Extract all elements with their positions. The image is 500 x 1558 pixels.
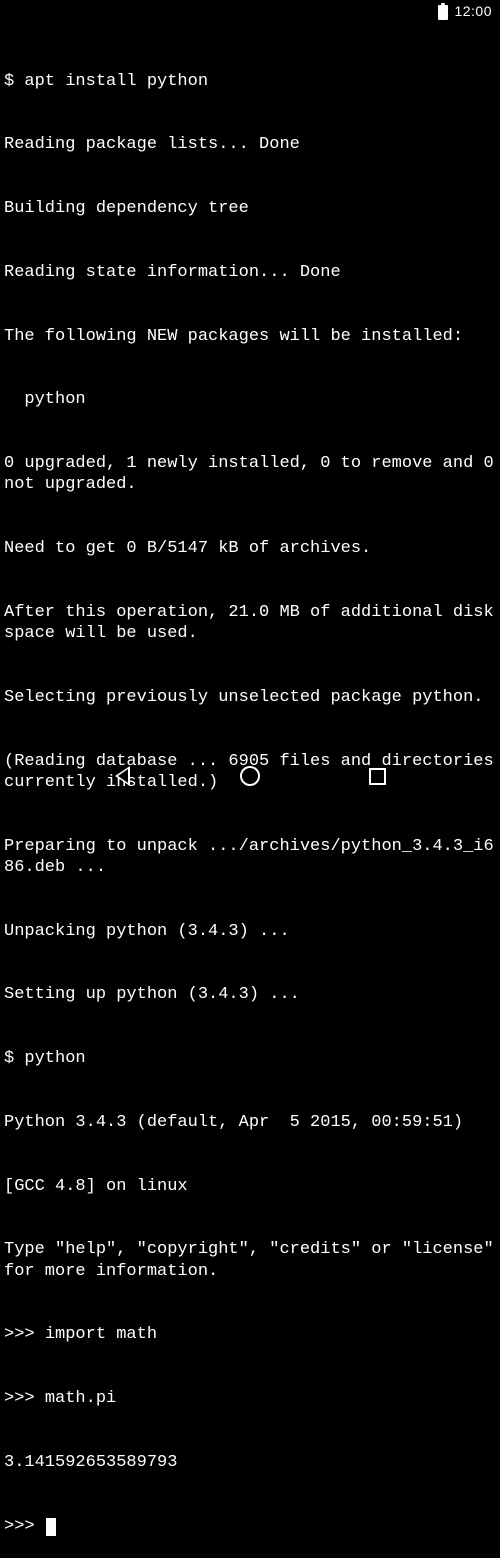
nav-home-icon[interactable] — [240, 766, 260, 786]
status-time: 12:00 — [454, 3, 492, 21]
terminal-line: Type "help", "copyright", "credits" or "… — [4, 1239, 496, 1282]
android-nav-bar — [0, 752, 500, 800]
nav-back-icon[interactable] — [115, 766, 131, 786]
terminal-line: Unpacking python (3.4.3) ... — [4, 921, 496, 942]
terminal-line: After this operation, 21.0 MB of additio… — [4, 602, 496, 645]
terminal-line: Need to get 0 B/5147 kB of archives. — [4, 538, 496, 559]
terminal-line: Setting up python (3.4.3) ... — [4, 984, 496, 1005]
status-bar: 12:00 — [0, 0, 500, 24]
terminal-active-prompt[interactable]: >>> — [4, 1516, 496, 1537]
terminal-line: The following NEW packages will be insta… — [4, 326, 496, 347]
terminal-line: Selecting previously unselected package … — [4, 687, 496, 708]
terminal-line: [GCC 4.8] on linux — [4, 1176, 496, 1197]
terminal-line: $ python — [4, 1048, 496, 1069]
terminal-line: python — [4, 389, 496, 410]
terminal-line: >>> math.pi — [4, 1388, 496, 1409]
nav-recent-icon[interactable] — [369, 768, 386, 785]
terminal-line: Reading package lists... Done — [4, 134, 496, 155]
terminal-line: Reading state information... Done — [4, 262, 496, 283]
terminal-line: 3.141592653589793 — [4, 1452, 496, 1473]
terminal-line: Building dependency tree — [4, 198, 496, 219]
terminal-line: 0 upgraded, 1 newly installed, 0 to remo… — [4, 453, 496, 496]
terminal-line: Preparing to unpack .../archives/python_… — [4, 836, 496, 879]
terminal-line: >>> import math — [4, 1324, 496, 1345]
terminal-line: $ apt install python — [4, 71, 496, 92]
battery-icon — [438, 5, 448, 20]
terminal-line: Python 3.4.3 (default, Apr 5 2015, 00:59… — [4, 1112, 496, 1133]
cursor-block — [46, 1518, 56, 1536]
